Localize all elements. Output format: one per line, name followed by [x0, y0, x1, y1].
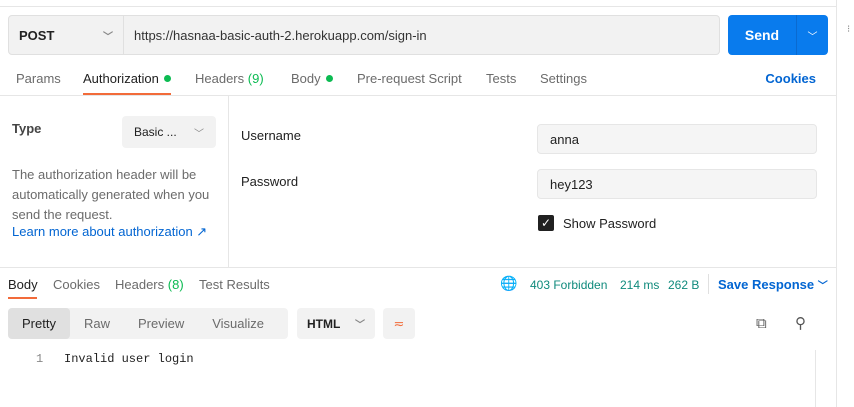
send-button[interactable]: Send ﹀ — [728, 15, 828, 55]
view-raw[interactable]: Raw — [70, 308, 124, 339]
save-response-button[interactable]: Save Response ﹀ — [718, 277, 828, 292]
active-tab-underline — [8, 297, 37, 299]
right-panel-divider — [836, 0, 837, 407]
response-body-line: Invalid user login — [64, 352, 194, 366]
method-value: POST — [19, 27, 55, 43]
cookies-link[interactable]: Cookies — [765, 71, 816, 86]
response-divider — [0, 267, 836, 268]
headers-count: (9) — [247, 71, 264, 86]
response-tab-body[interactable]: Body — [8, 277, 38, 292]
copy-icon[interactable]: ⧉ — [756, 315, 767, 332]
tab-label: Authorization — [83, 71, 159, 86]
password-input[interactable]: hey123 — [537, 169, 817, 199]
tab-body[interactable]: Body — [291, 71, 333, 86]
request-tabs: Params Authorization Headers (9) Body Pr… — [0, 64, 836, 96]
globe-lock-icon[interactable]: 🌐 — [500, 275, 517, 292]
scrollbar-track[interactable] — [815, 350, 816, 407]
format-value: HTML — [307, 316, 341, 331]
tab-authorization[interactable]: Authorization — [83, 71, 171, 95]
more-icon[interactable]: ⁝ — [847, 24, 850, 35]
show-password-checkbox[interactable]: ✓ — [538, 215, 554, 231]
method-select[interactable]: POST ﹀ — [8, 15, 124, 55]
top-divider — [0, 6, 836, 7]
view-mode-segmented: Pretty Raw Preview Visualize — [8, 308, 288, 339]
response-tab-headers[interactable]: Headers (8) — [115, 277, 184, 292]
search-icon[interactable]: ⚲ — [795, 314, 806, 332]
url-input[interactable]: https://hasnaa-basic-auth-2.herokuapp.co… — [124, 15, 720, 55]
line-number: 1 — [36, 352, 44, 366]
headers-count: (8) — [167, 277, 184, 292]
chevron-down-icon: ﹀ — [355, 320, 365, 331]
tab-label: Body — [291, 71, 321, 86]
tab-pre-request-script[interactable]: Pre-request Script — [357, 71, 462, 86]
view-visualize[interactable]: Visualize — [198, 308, 278, 339]
response-tab-cookies[interactable]: Cookies — [53, 277, 100, 292]
chevron-down-icon: ﹀ — [194, 128, 204, 140]
response-time[interactable]: 214 ms — [620, 278, 659, 292]
tab-params[interactable]: Params — [16, 71, 61, 86]
tab-label: Headers — [115, 277, 165, 292]
show-password-label: Show Password — [563, 216, 657, 231]
auth-type-value: Basic ... — [134, 125, 177, 139]
learn-more-link[interactable]: Learn more about authorization ↗ — [12, 224, 207, 240]
wrap-lines-icon[interactable]: ≂ — [383, 308, 415, 339]
username-input[interactable]: anna — [537, 124, 817, 154]
format-select[interactable]: HTML ﹀ — [297, 308, 375, 339]
tab-tests[interactable]: Tests — [486, 71, 516, 86]
auth-type-select[interactable]: Basic ... ﹀ — [122, 116, 216, 148]
separator — [708, 274, 709, 294]
save-response-label: Save Response — [718, 277, 815, 292]
chevron-down-icon: ﹀ — [817, 281, 828, 292]
send-options-chevron-icon[interactable]: ﹀ — [796, 15, 828, 55]
view-pretty[interactable]: Pretty — [8, 308, 70, 339]
password-label: Password — [241, 174, 299, 189]
response-tab-test-results[interactable]: Test Results — [199, 277, 270, 292]
type-label: Type — [12, 121, 42, 136]
auth-description: The authorization header will be automat… — [12, 167, 210, 222]
username-label: Username — [241, 128, 301, 143]
tab-settings[interactable]: Settings — [540, 71, 587, 86]
send-label[interactable]: Send — [728, 15, 796, 55]
status-code[interactable]: 403 Forbidden — [530, 278, 607, 292]
view-preview[interactable]: Preview — [124, 308, 198, 339]
response-size[interactable]: 262 B — [668, 278, 699, 292]
tab-label: Headers — [195, 71, 245, 86]
auth-divider — [228, 96, 229, 268]
tab-headers[interactable]: Headers (9) — [195, 71, 264, 86]
chevron-down-icon: ﹀ — [103, 31, 113, 43]
status-dot-icon — [163, 75, 171, 82]
status-dot-icon — [325, 75, 333, 82]
